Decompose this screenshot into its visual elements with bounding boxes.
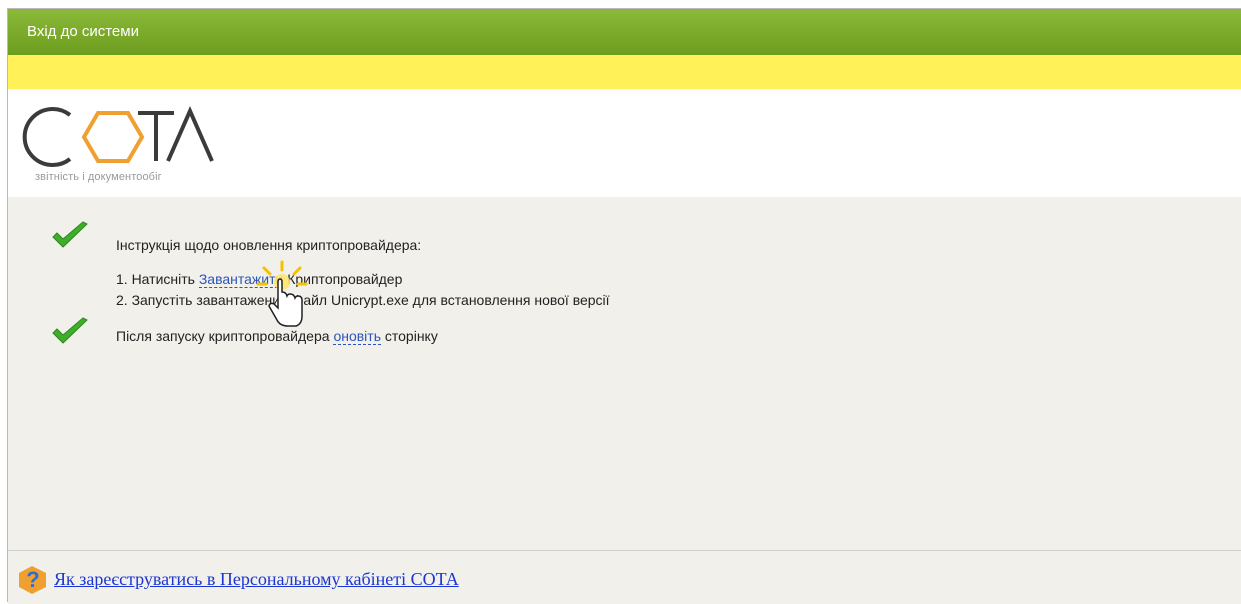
step-1-prefix: 1. Натисніть bbox=[116, 271, 199, 287]
instructions-heading: Інструкція щодо оновлення криптопровайде… bbox=[116, 237, 422, 253]
after-prefix: Після запуску криптопровайдера bbox=[116, 328, 334, 344]
after-suffix: сторінку bbox=[381, 328, 438, 344]
svg-text:?: ? bbox=[26, 567, 39, 592]
cursor-hand-icon bbox=[256, 260, 308, 327]
check-icon bbox=[52, 221, 88, 248]
check-icon bbox=[52, 317, 88, 344]
help-question-icon: ? bbox=[19, 566, 46, 594]
notice-bar bbox=[8, 55, 1241, 89]
logo-tagline: звітність і документообіг bbox=[35, 171, 162, 183]
after-install-note: Після запуску криптопровайдера оновіть с… bbox=[116, 328, 438, 345]
refresh-link[interactable]: оновіть bbox=[333, 328, 381, 345]
window-titlebar: Вхід до системи bbox=[8, 9, 1241, 55]
footer: ? Як зареєструватись в Персональному каб… bbox=[8, 550, 1241, 604]
registration-help-link[interactable]: Як зареєструватись в Персональному кабін… bbox=[54, 569, 459, 590]
sota-logo bbox=[22, 106, 214, 167]
logo-area: звітність і документообіг bbox=[8, 89, 1241, 197]
step-2: 2. Запустіть завантажений файл Unicrypt.… bbox=[116, 292, 610, 308]
window-title: Вхід до системи bbox=[27, 23, 139, 40]
login-window: Вхід до системи звітність і документообі… bbox=[7, 8, 1241, 604]
instructions-panel: Інструкція щодо оновлення криптопровайде… bbox=[8, 197, 1241, 557]
